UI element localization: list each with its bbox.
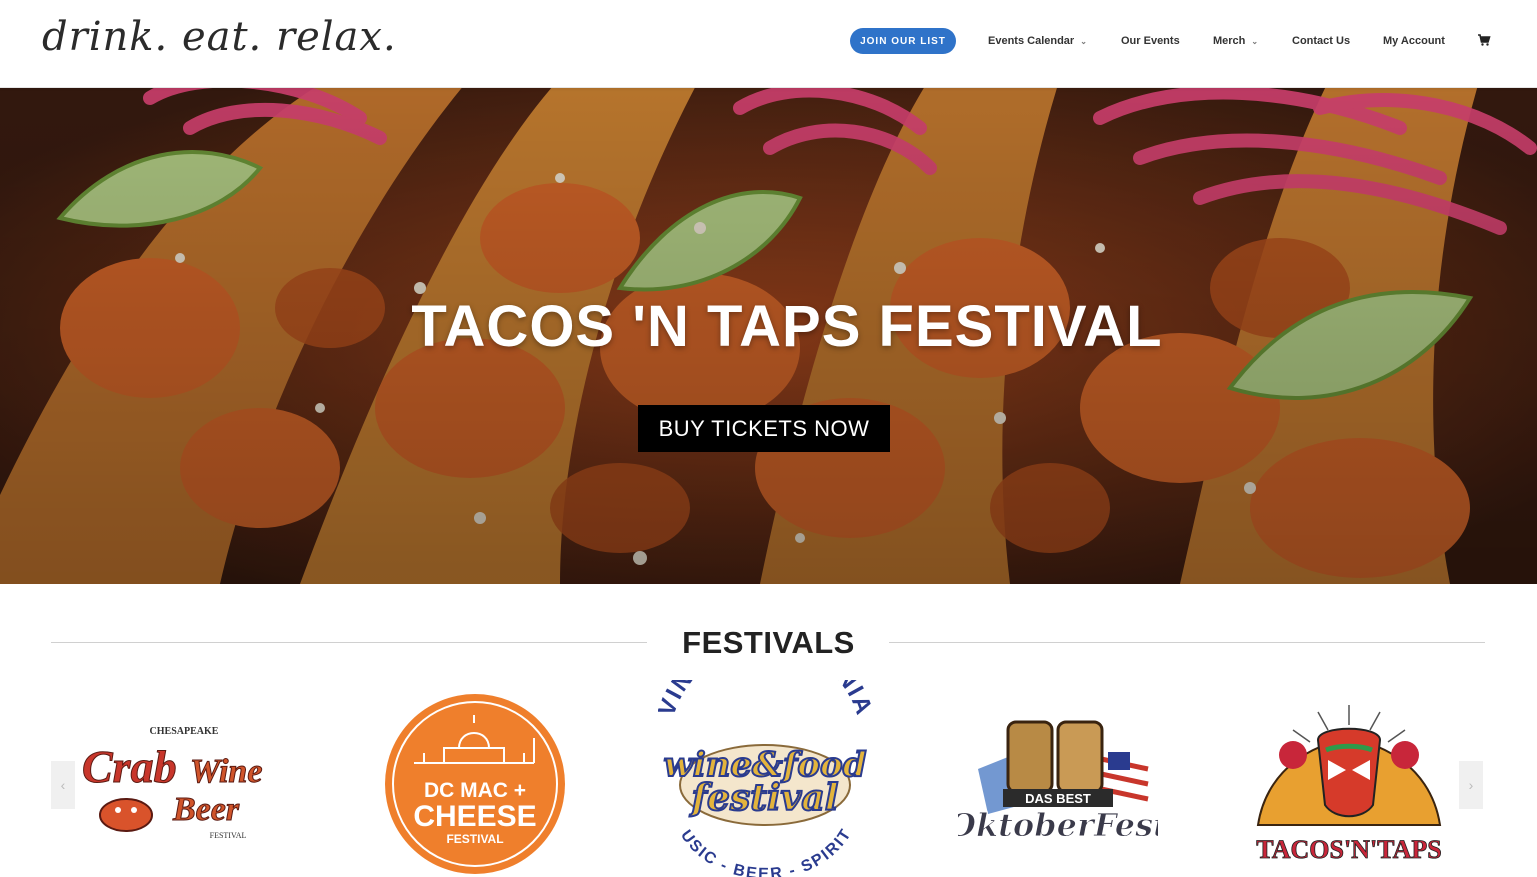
carousel-next-button[interactable]: › <box>1459 761 1483 809</box>
nav-merch-label: Merch <box>1213 35 1246 47</box>
tacos-logo-title: TACOS'N'TAPS <box>1256 835 1441 864</box>
nav-merch[interactable]: Merch ⌄ <box>1213 32 1258 50</box>
oktoberfest-das-best: DAS BEST <box>1025 791 1091 806</box>
barrel-icon <box>1056 720 1104 794</box>
festival-logo-vintage-virginia[interactable]: VINTAGE VIRGINIA wine&food festival MUSI… <box>658 680 873 877</box>
crab-logo-beer: Beer <box>172 791 240 828</box>
hero-banner: TACOS 'N TAPS FESTIVAL BUY TICKETS NOW <box>0 88 1537 584</box>
festivals-heading: FESTIVALS <box>682 625 855 660</box>
dc-logo-line1: DC MAC + <box>424 779 526 802</box>
chevron-left-icon: ‹ <box>60 777 66 793</box>
site-logo[interactable]: drink. eat. relax. <box>42 14 397 60</box>
nav-contact-us[interactable]: Contact Us <box>1292 32 1350 50</box>
buy-tickets-button[interactable]: BUY TICKETS NOW <box>638 405 890 452</box>
crab-logo-crab: Crab <box>82 741 177 792</box>
join-our-list-button[interactable]: JOIN OUR LIST <box>850 28 956 54</box>
festival-logo-crab-wine-beer[interactable]: CHESAPEAKE Crab Wine Beer FESTIVAL <box>78 720 290 845</box>
rose-icon <box>1391 741 1419 769</box>
nav-contact-us-label: Contact Us <box>1292 35 1351 47</box>
festival-logo-tacos-n-taps[interactable]: TACOS'N'TAPS <box>1248 700 1450 865</box>
festival-logo-dc-mac-cheese[interactable]: DC MAC + CHEESE FESTIVAL <box>384 693 566 875</box>
crab-logo-festival: FESTIVAL <box>210 831 247 840</box>
virginia-festival: festival <box>689 777 839 819</box>
site-header: drink. eat. relax. JOIN OUR LIST Events … <box>0 0 1537 88</box>
nav-events-calendar[interactable]: Events Calendar ⌄ <box>988 32 1087 50</box>
nav-events-calendar-label: Events Calendar <box>988 35 1075 47</box>
nav-my-account-label: My Account <box>1383 35 1445 47</box>
shopping-cart-icon[interactable] <box>1477 33 1491 47</box>
dc-logo-line2: CHEESE <box>413 800 536 833</box>
dc-logo-line3: FESTIVAL <box>446 832 503 846</box>
oktoberfest-title: OktoberFest <box>958 806 1158 844</box>
crab-logo-wine: Wine <box>190 753 262 790</box>
crab-logo-chesapeake: CHESAPEAKE <box>150 726 219 737</box>
nav-my-account[interactable]: My Account <box>1383 32 1445 50</box>
nav-our-events[interactable]: Our Events <box>1121 32 1180 50</box>
chevron-down-icon: ⌄ <box>1080 36 1087 46</box>
chevron-down-icon: ⌄ <box>1251 36 1259 46</box>
carousel-prev-button[interactable]: ‹ <box>51 761 75 809</box>
barrel-icon <box>1006 720 1054 794</box>
luchador-mask-icon <box>1316 727 1382 818</box>
nav-our-events-label: Our Events <box>1121 35 1180 47</box>
crab-icon <box>99 798 153 832</box>
hero-title: TACOS 'N TAPS FESTIVAL <box>411 294 1163 359</box>
chevron-right-icon: › <box>1468 777 1474 793</box>
virginia-arc-top: VINTAGE VIRGINIA <box>658 680 873 720</box>
rose-icon <box>1279 741 1307 769</box>
festival-logo-das-best-oktoberfest[interactable]: DAS BEST OktoberFest <box>958 714 1158 850</box>
